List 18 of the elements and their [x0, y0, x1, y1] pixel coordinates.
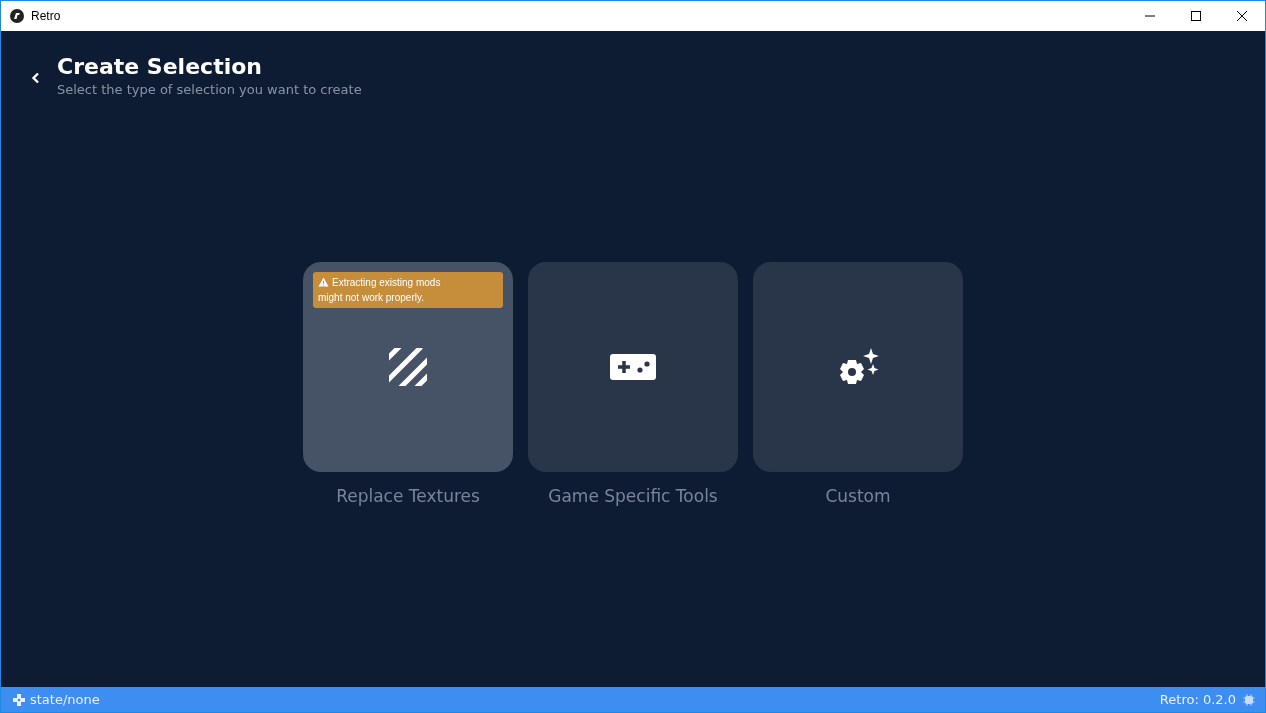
option-label: Custom: [825, 486, 891, 506]
back-chevron-icon: [31, 72, 41, 84]
app-logo-icon: [10, 9, 24, 23]
version-label: Retro: 0.2.0: [1159, 692, 1236, 707]
option-card[interactable]: [528, 262, 738, 472]
option-label: Replace Textures: [336, 486, 480, 506]
warning-banner: Extracting existing mods might not work properly.: [313, 272, 503, 308]
warning-icon: [318, 277, 329, 287]
option-card[interactable]: Extracting existing mods might not work properly.: [303, 262, 513, 472]
page-subtitle: Select the type of selection you want to create: [57, 81, 362, 99]
dpad-icon: [13, 693, 25, 706]
window-title: Retro: [31, 9, 62, 23]
chip-icon: [1243, 693, 1255, 706]
maximize-icon: [1190, 10, 1202, 22]
status-state: state/none: [30, 692, 100, 707]
close-icon: [1236, 10, 1248, 22]
option-label: Game Specific Tools: [548, 486, 718, 506]
page-title: Create Selection: [57, 53, 263, 81]
